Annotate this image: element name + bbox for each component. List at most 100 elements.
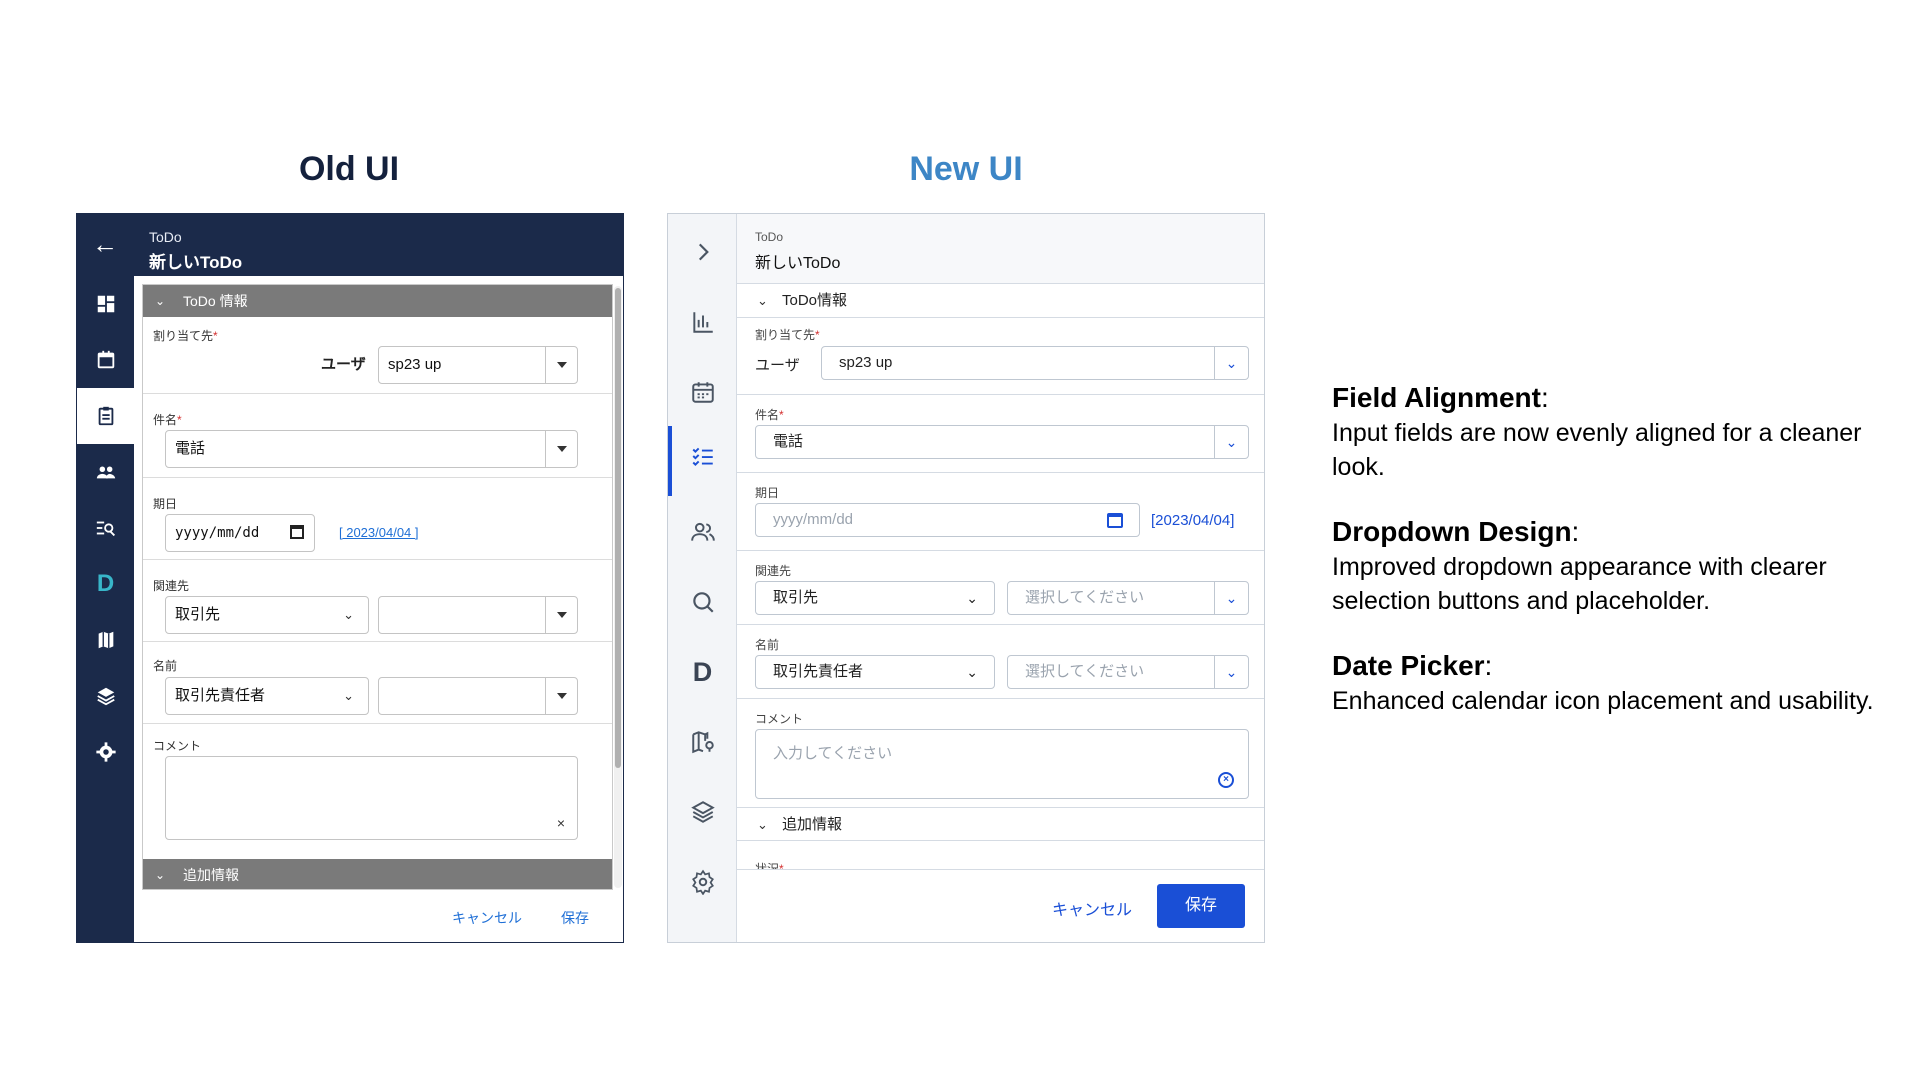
map-icon[interactable] — [77, 612, 134, 668]
new-form-body: ⌄ ToDo情報 割り当て先* ユーザ sp23 up ⌄ 件名* 電話 ⌄ 期… — [737, 284, 1264, 869]
section-todo-info[interactable]: ⌄ ToDo情報 — [737, 284, 1264, 318]
section-todo-info[interactable]: ⌄ ToDo 情報 — [143, 285, 612, 317]
name-label: 名前 — [755, 638, 780, 652]
clear-icon[interactable]: × — [557, 815, 565, 831]
chevron-down-icon: ⌄ — [757, 817, 768, 832]
related-record-dropdown[interactable]: 選択してください ⌄ — [1007, 581, 1249, 615]
map-pin-icon[interactable] — [668, 712, 737, 772]
new-ui-window: D ToDo 新しいToDo ⌄ ToDo情報 割り当て先* ユーザ sp23 … — [667, 213, 1265, 943]
gear-icon[interactable] — [668, 852, 737, 912]
back-arrow-icon[interactable]: ← — [91, 230, 119, 258]
old-sidebar: D — [77, 276, 134, 942]
dropdown-arrow-icon[interactable] — [545, 431, 577, 467]
due-date-label: 期日 — [755, 486, 780, 500]
layers-icon[interactable] — [77, 668, 134, 724]
chevron-down-icon[interactable]: ⌄ — [1214, 582, 1248, 614]
new-header-title: 新しいToDo — [755, 255, 841, 272]
search-list-icon[interactable] — [77, 500, 134, 556]
old-header: ← ToDo 新しいToDo — [77, 214, 623, 276]
note-date-picker: Date Picker: Enhanced calendar icon plac… — [1332, 648, 1892, 718]
note-title: Dropdown Design — [1332, 516, 1572, 547]
dropdown-arrow-icon[interactable] — [545, 347, 577, 383]
new-footer: キャンセル 保存 — [737, 869, 1264, 942]
save-button[interactable]: 保存 — [561, 908, 589, 928]
section-extra-info[interactable]: ⌄ 追加情報 — [143, 859, 612, 889]
chevron-down-icon: ⌄ — [966, 664, 978, 680]
assignee-dropdown[interactable]: sp23 up ⌄ — [821, 346, 1249, 380]
cancel-button[interactable]: キャンセル — [1052, 896, 1132, 920]
dropdown-arrow-icon[interactable] — [545, 597, 577, 633]
old-header-kicker: ToDo — [149, 229, 182, 245]
chevron-down-icon[interactable]: ⌄ — [1214, 656, 1248, 688]
old-form-panel: ⌄ ToDo 情報 割り当て先* ユーザ sp23 up 件名* 電話 期日 y… — [142, 284, 613, 890]
assignee-type-label: ユーザ — [321, 356, 366, 373]
comment-label: コメント — [755, 712, 804, 726]
dashboard-icon[interactable] — [77, 276, 134, 332]
old-scrollbar[interactable] — [614, 286, 622, 888]
chevron-down-icon: ⌄ — [155, 294, 166, 308]
new-sidebar: D — [668, 214, 737, 942]
save-button[interactable]: 保存 — [1157, 884, 1245, 928]
people-icon[interactable] — [668, 502, 737, 562]
related-label: 関連先 — [153, 579, 190, 593]
layers-icon[interactable] — [668, 782, 737, 842]
old-ui-heading: Old UI — [298, 150, 400, 188]
note-body: Enhanced calendar icon placement and usa… — [1332, 687, 1874, 715]
related-type-select[interactable]: 取引先 ⌄ — [755, 581, 995, 615]
comment-textarea[interactable]: × — [165, 756, 578, 840]
due-date-link[interactable]: [ 2023/04/04 ] — [339, 525, 419, 540]
d-logo-icon[interactable]: D — [77, 556, 134, 612]
calendar-icon[interactable] — [77, 332, 134, 388]
name-type-select[interactable]: 取引先責任者 ⌄ — [755, 655, 995, 689]
old-ui-window: ← ToDo 新しいToDo D ⌄ ToDo 情報 割り当て先* ユーザ sp… — [76, 213, 624, 943]
subject-dropdown[interactable]: 電話 — [165, 430, 578, 468]
related-record-dropdown[interactable] — [378, 596, 578, 634]
chevron-down-icon: ⌄ — [343, 607, 354, 622]
section-extra-info-label: 追加情報 — [782, 816, 843, 833]
name-record-dropdown[interactable] — [378, 677, 578, 715]
calendar-icon[interactable] — [1107, 513, 1123, 528]
assignee-type-label: ユーザ — [755, 357, 800, 374]
chevron-down-icon[interactable]: ⌄ — [1214, 347, 1248, 379]
people-icon[interactable] — [77, 444, 134, 500]
expand-chevron-icon[interactable] — [668, 222, 737, 282]
name-record-dropdown[interactable]: 選択してください ⌄ — [1007, 655, 1249, 689]
note-field-alignment: Field Alignment: Input fields are now ev… — [1332, 380, 1892, 484]
new-ui-heading: New UI — [909, 150, 1023, 188]
todo-list-icon[interactable] — [668, 426, 737, 496]
calendar-icon[interactable] — [668, 362, 737, 422]
clear-circle-icon[interactable]: × — [1218, 772, 1234, 788]
chevron-down-icon: ⌄ — [155, 868, 166, 882]
related-type-select[interactable]: 取引先 ⌄ — [165, 596, 369, 634]
gear-icon[interactable] — [77, 724, 134, 780]
note-body: Input fields are now evenly aligned for … — [1332, 419, 1862, 481]
comment-textarea[interactable]: 入力してください × — [755, 729, 1249, 799]
name-type-select[interactable]: 取引先責任者 ⌄ — [165, 677, 369, 715]
chevron-down-icon[interactable]: ⌄ — [1214, 426, 1248, 458]
d-logo-icon[interactable]: D — [668, 642, 737, 702]
assignee-label: 割り当て先* — [755, 328, 820, 342]
section-extra-info[interactable]: ⌄ 追加情報 — [737, 807, 1264, 841]
status-label: 状況* — [755, 862, 784, 869]
todo-clipboard-icon[interactable] — [77, 388, 134, 444]
section-todo-info-label: ToDo情報 — [782, 292, 848, 309]
subject-dropdown[interactable]: 電話 ⌄ — [755, 425, 1249, 459]
chevron-down-icon: ⌄ — [757, 293, 768, 308]
new-header: ToDo 新しいToDo — [737, 214, 1264, 284]
section-todo-info-label: ToDo 情報 — [183, 293, 248, 309]
note-title: Field Alignment — [1332, 382, 1541, 413]
search-icon[interactable] — [668, 572, 737, 632]
note-dropdown-design: Dropdown Design: Improved dropdown appea… — [1332, 514, 1892, 618]
comment-label: コメント — [153, 739, 202, 753]
calendar-icon[interactable] — [290, 525, 304, 539]
due-date-link[interactable]: [2023/04/04] — [1151, 512, 1234, 529]
bar-chart-icon[interactable] — [668, 292, 737, 352]
due-date-input[interactable]: yyyy/mm/dd — [755, 503, 1140, 537]
due-date-input[interactable]: yyyy/mm/dd — [165, 514, 315, 552]
old-content: ⌄ ToDo 情報 割り当て先* ユーザ sp23 up 件名* 電話 期日 y… — [134, 276, 623, 942]
cancel-button[interactable]: キャンセル — [452, 908, 522, 928]
note-title: Date Picker — [1332, 650, 1485, 681]
note-body: Improved dropdown appearance with cleare… — [1332, 553, 1827, 615]
assignee-dropdown[interactable]: sp23 up — [378, 346, 578, 384]
dropdown-arrow-icon[interactable] — [545, 678, 577, 714]
